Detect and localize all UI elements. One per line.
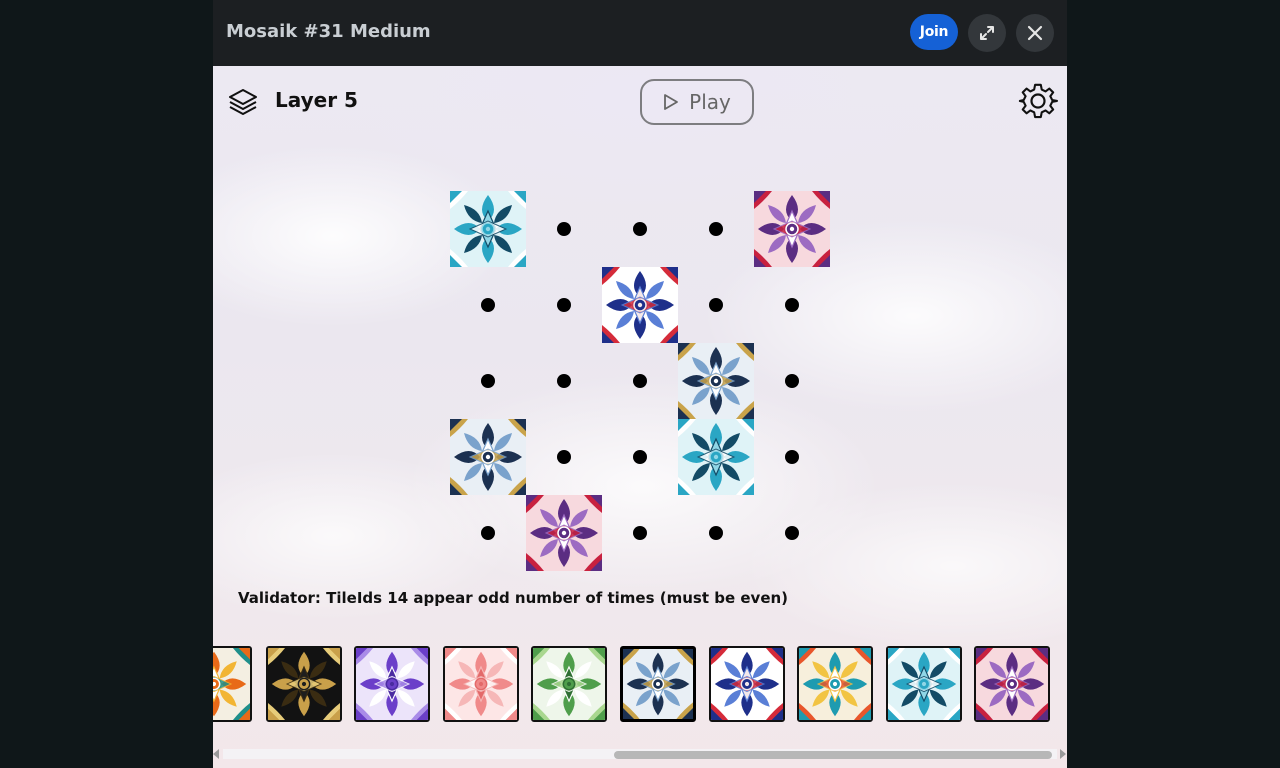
palette-tile[interactable] xyxy=(797,646,873,722)
palette-tile[interactable] xyxy=(620,646,696,722)
tile-navy-gold xyxy=(678,343,754,419)
slot-dot xyxy=(481,374,495,388)
tile-red-navy xyxy=(711,648,783,720)
tile-navy-gold xyxy=(623,649,693,719)
slot-dot xyxy=(785,374,799,388)
placed-tile[interactable] xyxy=(450,191,526,267)
empty-slot[interactable] xyxy=(678,191,754,267)
palette-tile[interactable] xyxy=(886,646,962,722)
slot-dot xyxy=(633,374,647,388)
close-icon xyxy=(1027,25,1043,41)
game-window: Mosaik #31 Medium Join Layer 5 Play Vali… xyxy=(213,0,1067,768)
placed-tile[interactable] xyxy=(602,267,678,343)
tile-palette xyxy=(213,644,1067,724)
game-canvas: Layer 5 Play Validator: TileIds 14 appea… xyxy=(213,66,1067,768)
tile-gold-black xyxy=(268,648,340,720)
slot-dot xyxy=(633,222,647,236)
tile-purple-flower xyxy=(526,495,602,571)
validator-message: Validator: TileIds 14 appear odd number … xyxy=(238,589,789,607)
tile-red-navy xyxy=(602,267,678,343)
puzzle-board xyxy=(213,66,1067,606)
expand-button[interactable] xyxy=(968,14,1006,52)
empty-slot[interactable] xyxy=(526,267,602,343)
empty-slot[interactable] xyxy=(602,343,678,419)
palette-scrollbar[interactable] xyxy=(213,746,1067,762)
tile-purple-flower xyxy=(754,191,830,267)
tile-purple-flower xyxy=(976,648,1048,720)
empty-slot[interactable] xyxy=(526,191,602,267)
slot-dot xyxy=(633,526,647,540)
title-bar: Mosaik #31 Medium Join xyxy=(213,0,1067,66)
tile-navy-gold xyxy=(450,419,526,495)
join-button[interactable]: Join xyxy=(910,14,958,50)
placed-tile[interactable] xyxy=(450,419,526,495)
slot-dot xyxy=(785,450,799,464)
tile-green-leaf xyxy=(533,648,605,720)
placed-tile[interactable] xyxy=(678,343,754,419)
palette-tile[interactable] xyxy=(354,646,430,722)
tile-teal-sun xyxy=(799,648,871,720)
scroll-thumb[interactable] xyxy=(614,751,1052,759)
palette-tile[interactable] xyxy=(213,646,252,722)
placed-tile[interactable] xyxy=(526,495,602,571)
tile-blue-star xyxy=(450,191,526,267)
slot-dot xyxy=(557,374,571,388)
empty-slot[interactable] xyxy=(450,495,526,571)
empty-slot[interactable] xyxy=(754,267,830,343)
empty-slot[interactable] xyxy=(754,343,830,419)
palette-tile[interactable] xyxy=(266,646,342,722)
empty-slot[interactable] xyxy=(450,267,526,343)
slot-dot xyxy=(557,222,571,236)
slot-dot xyxy=(785,526,799,540)
slot-dot xyxy=(709,298,723,312)
slot-dot xyxy=(709,526,723,540)
empty-slot[interactable] xyxy=(754,419,830,495)
slot-dot xyxy=(481,526,495,540)
empty-slot[interactable] xyxy=(602,495,678,571)
close-button[interactable] xyxy=(1016,14,1054,52)
tile-blue-star xyxy=(678,419,754,495)
empty-slot[interactable] xyxy=(678,495,754,571)
palette-tile[interactable] xyxy=(531,646,607,722)
empty-slot[interactable] xyxy=(602,191,678,267)
expand-icon xyxy=(980,26,994,40)
empty-slot[interactable] xyxy=(450,343,526,419)
tile-lavender xyxy=(356,648,428,720)
slot-dot xyxy=(633,450,647,464)
tile-blue-star xyxy=(888,648,960,720)
game-title: Mosaik #31 Medium xyxy=(226,21,431,42)
slot-dot xyxy=(785,298,799,312)
placed-tile[interactable] xyxy=(678,419,754,495)
slot-dot xyxy=(557,298,571,312)
empty-slot[interactable] xyxy=(526,419,602,495)
scroll-left-arrow[interactable] xyxy=(213,749,219,759)
slot-dot xyxy=(557,450,571,464)
tile-pink-petal xyxy=(445,648,517,720)
palette-tile[interactable] xyxy=(974,646,1050,722)
empty-slot[interactable] xyxy=(754,495,830,571)
palette-tile[interactable] xyxy=(443,646,519,722)
slot-dot xyxy=(709,222,723,236)
empty-slot[interactable] xyxy=(526,343,602,419)
scroll-right-arrow[interactable] xyxy=(1060,749,1066,759)
empty-slot[interactable] xyxy=(602,419,678,495)
palette-tile[interactable] xyxy=(709,646,785,722)
tile-orange-teal xyxy=(213,648,250,720)
empty-slot[interactable] xyxy=(678,267,754,343)
placed-tile[interactable] xyxy=(754,191,830,267)
slot-dot xyxy=(481,298,495,312)
